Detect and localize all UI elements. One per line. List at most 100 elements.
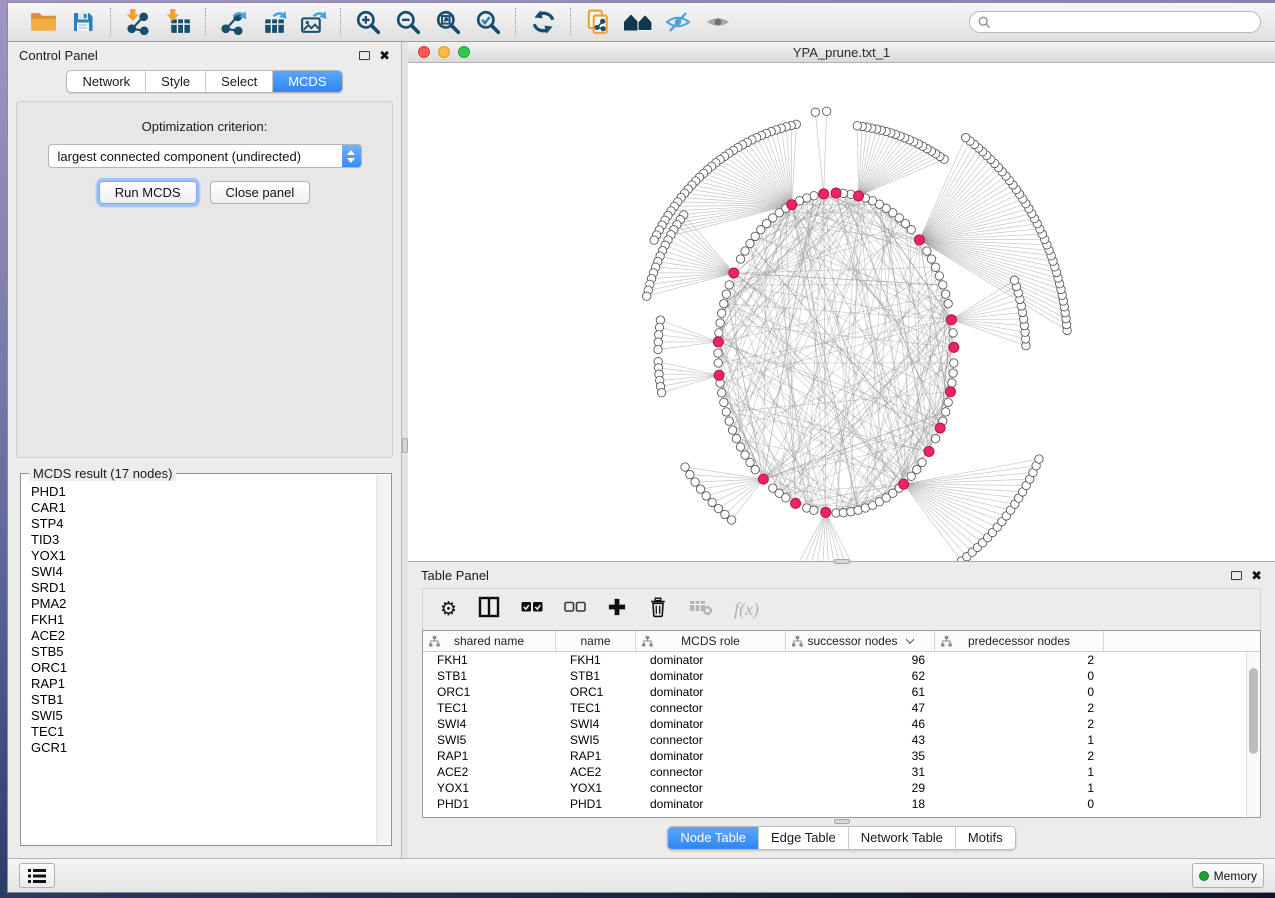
splitter-handle[interactable]: [834, 819, 850, 824]
delete-button[interactable]: [648, 596, 668, 623]
refresh-button[interactable]: [526, 6, 560, 38]
network-node[interactable]: [736, 255, 744, 263]
network-node[interactable]: [944, 398, 952, 406]
mcds-hub-node-STP4[interactable]: [946, 387, 956, 397]
mcds-hub-node-ACE2[interactable]: [758, 474, 768, 484]
new-network-from-selection-button[interactable]: [581, 6, 615, 38]
column-header-successor-nodes[interactable]: successor nodes: [786, 631, 935, 651]
export-table-button[interactable]: [256, 6, 290, 38]
tab-select[interactable]: Select: [205, 71, 272, 92]
select-all-button[interactable]: [521, 599, 543, 620]
export-image-button[interactable]: [296, 6, 330, 38]
network-node[interactable]: [715, 329, 723, 337]
table-row[interactable]: ACE2ACE2connector311: [423, 764, 1260, 780]
network-node[interactable]: [696, 485, 704, 493]
network-node[interactable]: [702, 492, 710, 500]
close-panel-icon[interactable]: ✖: [1251, 569, 1262, 582]
table-row[interactable]: SWI4SWI4dominator462: [423, 716, 1260, 732]
mcds-result-item[interactable]: STB5: [23, 644, 375, 660]
network-node[interactable]: [643, 292, 651, 300]
mcds-result-item[interactable]: YOX1: [23, 548, 375, 564]
mcds-hub-node-STB1[interactable]: [787, 200, 797, 210]
network-node[interactable]: [720, 398, 728, 406]
network-node[interactable]: [811, 108, 819, 116]
close-panel-icon[interactable]: ✖: [379, 49, 390, 62]
first-neighbors-button[interactable]: [621, 6, 655, 38]
network-node[interactable]: [716, 319, 724, 327]
mcds-result-item[interactable]: PMA2: [23, 596, 375, 612]
network-node[interactable]: [949, 369, 957, 377]
network-node[interactable]: [736, 443, 744, 451]
table-row[interactable]: RAP1RAP1dominator352: [423, 748, 1260, 764]
mcds-result-item[interactable]: RAP1: [23, 676, 375, 692]
network-node[interactable]: [718, 389, 726, 397]
mcds-result-item[interactable]: SRD1: [23, 580, 375, 596]
table-row[interactable]: STB1STB1dominator620: [423, 668, 1260, 684]
mcds-result-item[interactable]: STB1: [23, 692, 375, 708]
table-scrollbar[interactable]: [1246, 652, 1260, 817]
network-node[interactable]: [939, 281, 947, 289]
network-node[interactable]: [727, 516, 735, 524]
network-node[interactable]: [657, 389, 665, 397]
show-all-button[interactable]: [701, 6, 735, 38]
window-close-icon[interactable]: [418, 46, 430, 58]
network-node[interactable]: [810, 506, 818, 514]
zoom-out-button[interactable]: [391, 6, 425, 38]
network-canvas[interactable]: [408, 63, 1275, 561]
mcds-result-item[interactable]: ORC1: [23, 660, 375, 676]
mcds-result-item[interactable]: CAR1: [23, 500, 375, 516]
window-maximize-icon[interactable]: [458, 46, 470, 58]
tab-style[interactable]: Style: [145, 71, 205, 92]
network-node[interactable]: [741, 451, 749, 459]
zoom-in-button[interactable]: [351, 6, 385, 38]
network-node[interactable]: [741, 247, 749, 255]
panel-splitter[interactable]: [401, 42, 408, 858]
network-node[interactable]: [751, 232, 759, 240]
tab-network-table[interactable]: Network Table: [848, 827, 955, 849]
mcds-hub-node-FKH1[interactable]: [914, 235, 924, 245]
columns-button[interactable]: [478, 596, 500, 623]
open-button[interactable]: [26, 6, 60, 38]
network-node[interactable]: [942, 290, 950, 298]
mcds-result-item[interactable]: GCR1: [23, 740, 375, 756]
mcds-hub-node-GCR1[interactable]: [714, 370, 724, 380]
table-row[interactable]: TEC1TEC1connector472: [423, 700, 1260, 716]
tab-motifs[interactable]: Motifs: [955, 827, 1015, 849]
tab-edge-table[interactable]: Edge Table: [758, 827, 848, 849]
mcds-hub-node-TID3[interactable]: [935, 423, 945, 433]
zoom-fit-button[interactable]: [431, 6, 465, 38]
import-network-button[interactable]: [121, 6, 155, 38]
mcds-hub-node-PHD1[interactable]: [949, 342, 959, 352]
table-row[interactable]: YOX1YOX1connector291: [423, 780, 1260, 796]
network-node[interactable]: [949, 329, 957, 337]
column-header-MCDS-role[interactable]: MCDS role: [636, 631, 786, 651]
tab-mcds[interactable]: MCDS: [272, 71, 341, 92]
splitter-handle[interactable]: [834, 559, 850, 564]
network-node[interactable]: [722, 290, 730, 298]
network-node[interactable]: [650, 236, 658, 244]
network-node[interactable]: [962, 133, 970, 141]
network-node[interactable]: [1010, 276, 1018, 284]
mcds-hub-node-CAR1[interactable]: [831, 188, 841, 198]
table-row[interactable]: PHD1PHD1dominator180: [423, 796, 1260, 812]
network-node[interactable]: [931, 435, 939, 443]
network-node[interactable]: [913, 465, 921, 473]
mcds-result-item[interactable]: ACE2: [23, 628, 375, 644]
mcds-result-item[interactable]: TEC1: [23, 724, 375, 740]
network-node[interactable]: [728, 426, 736, 434]
float-panel-icon[interactable]: [1231, 571, 1242, 580]
network-node[interactable]: [944, 299, 952, 307]
mcds-result-item[interactable]: FKH1: [23, 612, 375, 628]
network-node[interactable]: [681, 463, 689, 471]
mcds-result-item[interactable]: SWI4: [23, 564, 375, 580]
mcds-result-item[interactable]: PHD1: [23, 484, 375, 500]
search-input[interactable]: [996, 15, 1252, 29]
network-node[interactable]: [935, 272, 943, 280]
network-node[interactable]: [782, 494, 790, 502]
mcds-hub-node-TEC1[interactable]: [729, 268, 739, 278]
window-minimize-icon[interactable]: [438, 46, 450, 58]
network-node[interactable]: [853, 122, 861, 130]
network-node[interactable]: [720, 299, 728, 307]
tab-node-table[interactable]: Node Table: [668, 827, 758, 849]
network-node[interactable]: [822, 107, 830, 115]
